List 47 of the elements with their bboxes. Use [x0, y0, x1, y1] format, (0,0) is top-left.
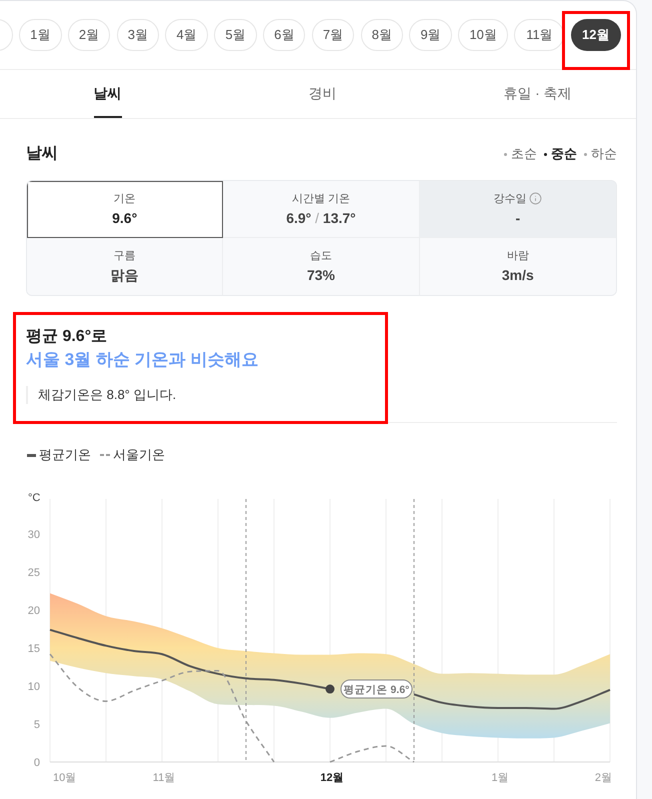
summary-title: 평균 9.6°로 — [26, 327, 108, 347]
axis-label: 25 — [28, 567, 40, 579]
period-option[interactable]: 중순 — [544, 144, 577, 164]
axis-label: 10월 — [53, 772, 76, 784]
value-callout: 평균기온 9.6° — [340, 680, 412, 699]
month-chip[interactable]: 9월 — [409, 19, 452, 51]
tab[interactable]: 경비 — [308, 70, 336, 118]
bullet-icon — [504, 152, 507, 156]
month-chip[interactable]: 7월 — [312, 19, 354, 51]
legend-dashed-line-icon — [100, 454, 110, 456]
tab[interactable]: 날씨 — [94, 70, 122, 118]
month-chip[interactable]: 12월 — [570, 19, 621, 51]
axis-label: 1월 — [491, 772, 509, 784]
month-chip[interactable]: 5월 — [214, 19, 257, 51]
axis-label: 12월 — [320, 772, 344, 784]
month-chip[interactable]: 6월 — [262, 19, 306, 51]
month-chip[interactable]: 3월 — [116, 19, 160, 51]
axis-label: 2월 — [594, 772, 612, 784]
month-chip[interactable]: 10월 — [458, 19, 508, 51]
section-title: 날씨 — [26, 144, 58, 164]
legend-label: 서울기온 — [113, 446, 165, 464]
month-chip[interactable]: 4월 — [165, 19, 208, 51]
legend-label: 평균기온 — [39, 446, 91, 464]
axis-label: 11월 — [152, 772, 176, 784]
annotation: 평균기온 9.6° — [344, 684, 410, 696]
axis-label: 5 — [34, 719, 40, 731]
axis-label: 15 — [28, 643, 40, 655]
tab[interactable]: 휴일 · 축제 — [503, 70, 572, 118]
weather-stat-button[interactable]: 시간별 기온 6.9° / 13.7° — [223, 181, 420, 238]
period-option[interactable]: 초순 — [504, 144, 537, 164]
axis-label: 10 — [28, 681, 40, 693]
bullet-icon — [584, 152, 587, 156]
month-chip[interactable]: 11월 — [514, 19, 564, 51]
axis-label: 30 — [28, 529, 40, 541]
legend-solid-line-icon — [27, 454, 36, 456]
axis-unit-label: °C — [28, 492, 40, 504]
weather-stat-button[interactable]: 구름 맑음 — [27, 238, 224, 295]
axis-label: 0 — [34, 757, 40, 769]
month-chip[interactable]: 1월 — [19, 19, 62, 51]
month-chip[interactable]: 2월 — [68, 19, 110, 51]
weather-stat-button[interactable]: 기온 9.6° — [27, 181, 224, 238]
period-option[interactable]: 하순 — [584, 144, 617, 164]
feels-like-note: 체감기온은 8.8° 입니다. — [26, 386, 617, 404]
summary-subtitle: 서울 3월 하순 기온과 비슷해요 — [26, 349, 260, 371]
month-chip[interactable]: 8월 — [360, 19, 404, 51]
bullet-icon — [544, 152, 547, 156]
axis-label: 20 — [28, 605, 40, 617]
